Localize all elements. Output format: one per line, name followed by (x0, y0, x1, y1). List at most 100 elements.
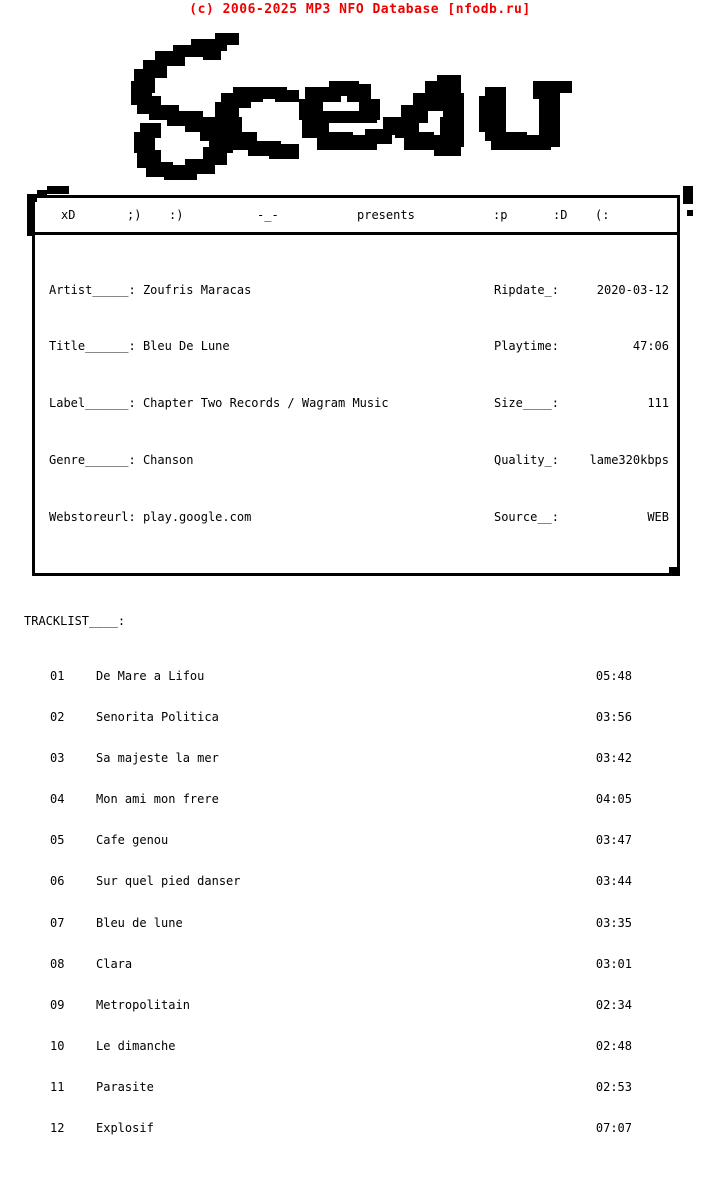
track-title: Cafe genou (96, 834, 168, 848)
track-title: Sur quel pied danser (96, 875, 241, 889)
track-row: 07Bleu de lune 03:35 (24, 917, 696, 931)
tracklist-section: TRACKLIST____: 01De Mare a Lifou 05:48 0… (24, 588, 696, 1150)
track-row: 10Le dimanche 02:48 (24, 1040, 696, 1054)
track-duration: 07:07 (596, 1122, 632, 1136)
quality-value: lame320kbps (559, 453, 669, 467)
playtime-field: Playtime: 47:06 (419, 339, 669, 353)
track-number: 09 (50, 999, 96, 1013)
track-duration: 02:48 (596, 1040, 632, 1054)
track-title: Explosif (96, 1122, 154, 1136)
title-label: Title______: (49, 339, 136, 353)
label-value: Chapter Two Records / Wagram Music (143, 396, 389, 410)
track-number: 05 (50, 834, 96, 848)
ripdate-field: Ripdate_: 2020-03-12 (419, 283, 669, 297)
track-title: De Mare a Lifou (96, 670, 204, 684)
track-row: 03Sa majeste la mer 03:42 (24, 752, 696, 766)
track-info: 03Sa majeste la mer (50, 752, 219, 766)
greeting-item: xD (61, 198, 127, 232)
track-number: 08 (50, 958, 96, 972)
track-info: 08Clara (50, 958, 132, 972)
corner-step-decor (47, 186, 69, 194)
genre-label: Genre______: (49, 453, 136, 467)
release-info-box: Artist_____: Zoufris Maracas Ripdate_: 2… (32, 232, 680, 576)
track-row: 04Mon ami mon frere 04:05 (24, 793, 696, 807)
track-duration: 03:56 (596, 711, 632, 725)
info-row: Label______: Chapter Two Records / Wagra… (35, 396, 677, 410)
track-number: 12 (50, 1122, 96, 1136)
track-info: 09Metropolitain (50, 999, 190, 1013)
track-info: 11Parasite (50, 1081, 154, 1095)
artist-value: Zoufris Maracas (143, 283, 251, 297)
track-info: 02Senorita Politica (50, 711, 219, 725)
track-number: 11 (50, 1081, 96, 1095)
corner-step-decor (27, 194, 37, 202)
title-field: Title______: Bleu De Lune (49, 339, 230, 353)
info-row: Artist_____: Zoufris Maracas Ripdate_: 2… (35, 283, 677, 297)
track-title: Clara (96, 958, 132, 972)
release-note-section: RELEASE NOTE_: https://play.google.com/s… (24, 1172, 696, 1200)
track-number: 07 (50, 917, 96, 931)
track-duration: 03:01 (596, 958, 632, 972)
corner-step-decor (37, 190, 47, 198)
greetings-box: xD ;) :) -_- presents :p :D (: (32, 195, 680, 232)
corner-step-decor (53, 573, 69, 576)
track-duration: 03:42 (596, 752, 632, 766)
info-row: Webstoreurl: play.google.com Source__: W… (35, 510, 677, 524)
track-info: 01De Mare a Lifou (50, 670, 204, 684)
track-number: 01 (50, 670, 96, 684)
genre-value: Chanson (143, 453, 194, 467)
greeting-item: ;) (127, 198, 169, 232)
track-title: Bleu de lune (96, 917, 183, 931)
track-info: 04Mon ami mon frere (50, 793, 219, 807)
greeting-item: -_- (257, 198, 357, 232)
greetings-row: xD ;) :) -_- presents :p :D (: (35, 198, 677, 232)
corner-step-decor (683, 186, 693, 204)
label-field: Label______: Chapter Two Records / Wagra… (49, 396, 389, 410)
track-duration: 02:53 (596, 1081, 632, 1095)
sceau-logo-artwork (125, 33, 605, 183)
corner-step-decor (32, 575, 53, 576)
label-label: Label______: (49, 396, 136, 410)
source-label: Source__: (494, 510, 559, 524)
title-value: Bleu De Lune (143, 339, 230, 353)
track-row: 09Metropolitain 02:34 (24, 999, 696, 1013)
corner-step-decor (687, 210, 693, 216)
track-number: 03 (50, 752, 96, 766)
presents-label: presents (357, 198, 493, 232)
release-info-rows: Artist_____: Zoufris Maracas Ripdate_: 2… (35, 239, 677, 569)
track-duration: 05:48 (596, 670, 632, 684)
corner-step-decor (27, 202, 33, 236)
track-number: 06 (50, 875, 96, 889)
ripdate-label: Ripdate_: (494, 283, 559, 297)
track-duration: 02:34 (596, 999, 632, 1013)
track-row: 01De Mare a Lifou 05:48 (24, 670, 696, 684)
track-duration: 03:35 (596, 917, 632, 931)
track-row: 12Explosif 07:07 (24, 1122, 696, 1136)
info-row: Title______: Bleu De Lune Playtime: 47:0… (35, 339, 677, 353)
info-panel: xD ;) :) -_- presents :p :D (: Artist___… (24, 195, 696, 576)
genre-field: Genre______: Chanson (49, 453, 194, 467)
track-info: 10Le dimanche (50, 1040, 175, 1054)
greeting-item: :) (169, 198, 257, 232)
tracklist-heading: TRACKLIST____: (24, 615, 696, 629)
track-info: 05Cafe genou (50, 834, 168, 848)
source-field: Source__: WEB (419, 510, 669, 524)
track-row: 11Parasite 02:53 (24, 1081, 696, 1095)
track-duration: 04:05 (596, 793, 632, 807)
track-duration: 03:47 (596, 834, 632, 848)
webstoreurl-label: Webstoreurl: (49, 510, 136, 524)
webstoreurl-value: play.google.com (143, 510, 251, 524)
track-info: 07Bleu de lune (50, 917, 183, 931)
playtime-value: 47:06 (559, 339, 669, 353)
track-title: Parasite (96, 1081, 154, 1095)
size-value: 111 (559, 396, 669, 410)
track-title: Le dimanche (96, 1040, 175, 1054)
track-duration: 03:44 (596, 875, 632, 889)
track-number: 10 (50, 1040, 96, 1054)
sceau-logo (0, 20, 720, 195)
track-row: 06Sur quel pied danser 03:44 (24, 875, 696, 889)
track-title: Metropolitain (96, 999, 190, 1013)
track-number: 02 (50, 711, 96, 725)
track-title: Sa majeste la mer (96, 752, 219, 766)
track-row: 05Cafe genou 03:47 (24, 834, 696, 848)
